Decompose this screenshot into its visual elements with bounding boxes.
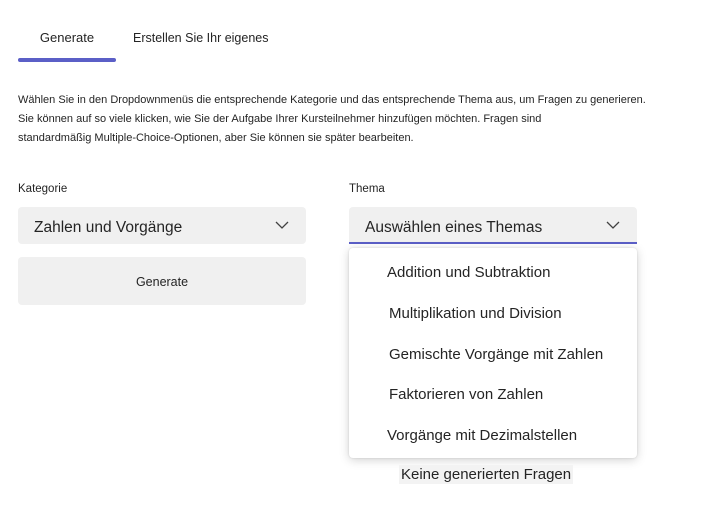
menu-item-label: Vorgänge mit Dezimalstellen bbox=[387, 427, 578, 444]
topic-label: Thema bbox=[349, 183, 385, 195]
instructions-line: standardmäßig Multiple-Choice-Optionen, … bbox=[18, 132, 414, 144]
topic-dropdown[interactable]: Auswählen eines Themas bbox=[349, 207, 637, 244]
instructions-text: Wählen Sie in den Dropdownmenüs die ents… bbox=[18, 91, 708, 148]
active-tab-indicator bbox=[18, 58, 116, 62]
instructions-line: Wählen Sie in den Dropdownmenüs die ents… bbox=[18, 94, 646, 106]
menu-item-label: Faktorieren von Zahlen bbox=[389, 386, 544, 403]
topic-dropdown-menu: Addition und Subtraktion Multiplikation … bbox=[349, 248, 637, 458]
menu-item-label: Multiplikation und Division bbox=[389, 305, 562, 322]
instructions-line: Sie können auf so viele klicken, wie Sie… bbox=[18, 113, 542, 125]
category-dropdown[interactable]: Zahlen und Vorgänge bbox=[18, 207, 306, 244]
chevron-down-icon bbox=[606, 221, 620, 229]
tab-generate[interactable]: Generate bbox=[18, 22, 116, 62]
topic-placeholder: Auswählen eines Themas bbox=[365, 219, 543, 236]
category-selected-value: Zahlen und Vorgänge bbox=[34, 219, 183, 236]
menu-item-label: Addition und Subtraktion bbox=[387, 264, 551, 281]
empty-state-text: Keine generierten Fragen bbox=[399, 465, 574, 484]
generate-button[interactable]: Generate bbox=[18, 257, 306, 305]
menu-item-multiplication-division[interactable]: Multiplikation und Division bbox=[349, 294, 637, 334]
menu-item-addition-subtraction[interactable]: Addition und Subtraktion bbox=[349, 253, 637, 293]
tab-create-your-own[interactable]: Erstellen Sie Ihr eigenes bbox=[133, 22, 269, 62]
menu-item-decimals[interactable]: Vorgänge mit Dezimalstellen bbox=[349, 416, 637, 456]
menu-item-factoring[interactable]: Faktorieren von Zahlen bbox=[349, 375, 637, 415]
menu-item-mixed-operations[interactable]: Gemischte Vorgänge mit Zahlen bbox=[349, 335, 637, 375]
chevron-down-icon bbox=[275, 221, 289, 229]
category-label: Kategorie bbox=[18, 183, 68, 195]
menu-item-label: Gemischte Vorgänge mit Zahlen bbox=[389, 346, 604, 363]
